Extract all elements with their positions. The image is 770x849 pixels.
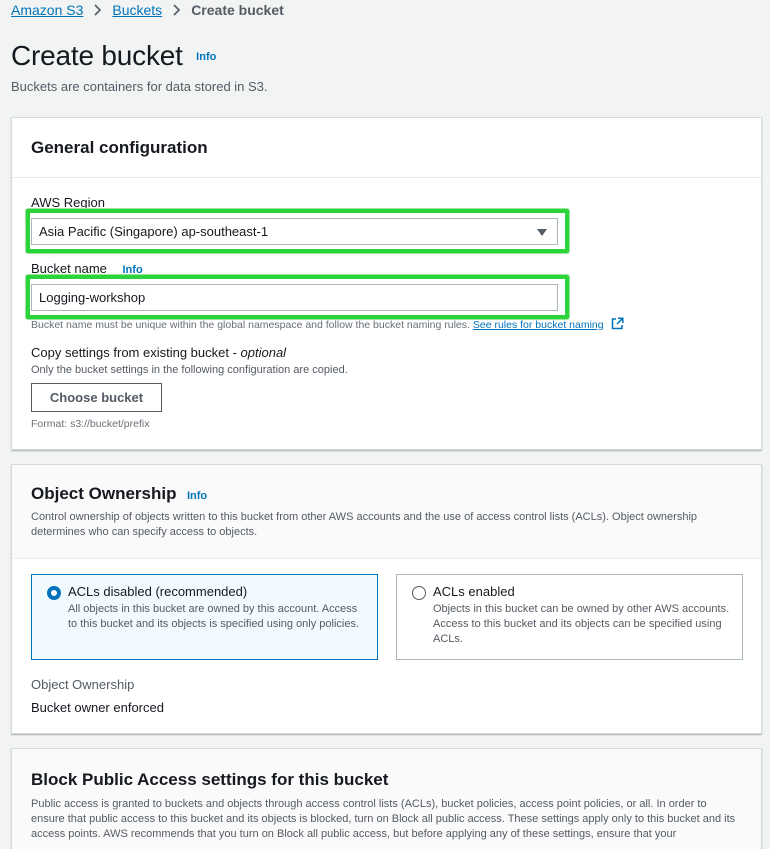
acls-disabled-option[interactable]: ACLs disabled (recommended) All objects … xyxy=(31,574,378,660)
block-public-access-panel: Block Public Access settings for this bu… xyxy=(11,748,762,849)
panel-header: General configuration xyxy=(12,118,761,177)
bpa-description: Public access is granted to buckets and … xyxy=(31,798,736,840)
page-header: Create bucket Info xyxy=(11,40,216,72)
page-description: Buckets are containers for data stored i… xyxy=(11,79,268,94)
bucket-name-value: Logging-workshop xyxy=(39,290,146,305)
panel-title: Object Ownership xyxy=(31,484,177,503)
ownership-status-value: Bucket owner enforced xyxy=(31,700,164,715)
copy-settings-hint: Only the bucket settings in the followin… xyxy=(31,364,348,376)
bucket-name-hint-text: Bucket name must be unique within the gl… xyxy=(31,319,470,331)
ownership-description: Control ownership of objects written to … xyxy=(31,511,698,538)
breadcrumb: Amazon S3 Buckets Create bucket xyxy=(11,2,284,18)
optional-tag: optional xyxy=(240,345,287,360)
region-select-value: Asia Pacific (Singapore) ap-southeast-1 xyxy=(39,224,269,239)
breadcrumb-buckets[interactable]: Buckets xyxy=(112,2,162,18)
option-description: All objects in this bucket are owned by … xyxy=(68,603,360,630)
chevron-right-icon xyxy=(93,4,102,16)
copy-settings-label: Copy settings from existing bucket - opt… xyxy=(31,345,286,360)
caret-down-icon xyxy=(537,229,547,236)
divider xyxy=(12,558,761,559)
ownership-info-link[interactable]: Info xyxy=(187,490,207,502)
region-label: AWS Region xyxy=(31,195,105,210)
acls-enabled-option[interactable]: ACLs enabled Objects in this bucket can … xyxy=(396,574,743,660)
naming-rules-link[interactable]: See rules for bucket naming xyxy=(473,319,604,331)
panel-title: Block Public Access settings for this bu… xyxy=(31,770,389,789)
copy-settings-label-text: Copy settings from existing bucket - xyxy=(31,345,241,360)
divider xyxy=(12,177,761,178)
page-title: Create bucket xyxy=(11,40,183,71)
radio-selected-icon[interactable] xyxy=(47,586,61,600)
radio-unselected-icon[interactable] xyxy=(412,586,426,600)
breadcrumb-amazon-s3[interactable]: Amazon S3 xyxy=(11,2,83,18)
breadcrumb-current: Create bucket xyxy=(191,2,284,18)
panel-header: Object Ownership Info Control ownership … xyxy=(12,465,761,558)
region-select[interactable]: Asia Pacific (Singapore) ap-southeast-1 xyxy=(31,218,558,245)
ownership-status-label: Object Ownership xyxy=(31,677,135,692)
option-description: Objects in this bucket can be owned by o… xyxy=(433,603,730,645)
page-info-link[interactable]: Info xyxy=(196,51,216,63)
option-title: ACLs enabled xyxy=(433,584,515,599)
chevron-right-icon xyxy=(172,4,181,16)
panel-header: Block Public Access settings for this bu… xyxy=(12,749,761,849)
bucket-name-label: Bucket name Info xyxy=(31,261,143,276)
format-hint: Format: s3://bucket/prefix xyxy=(31,418,150,430)
object-ownership-panel: Object Ownership Info Control ownership … xyxy=(11,464,762,734)
panel-title: General configuration xyxy=(31,137,208,157)
bucket-name-hint: Bucket name must be unique within the gl… xyxy=(31,317,624,333)
choose-bucket-button[interactable]: Choose bucket xyxy=(31,383,162,412)
bucket-name-input[interactable]: Logging-workshop xyxy=(31,284,558,311)
general-configuration-panel: General configuration AWS Region Asia Pa… xyxy=(11,117,762,450)
bucket-name-label-text: Bucket name xyxy=(31,261,107,276)
option-title: ACLs disabled (recommended) xyxy=(68,584,248,599)
external-link-icon xyxy=(611,317,624,333)
